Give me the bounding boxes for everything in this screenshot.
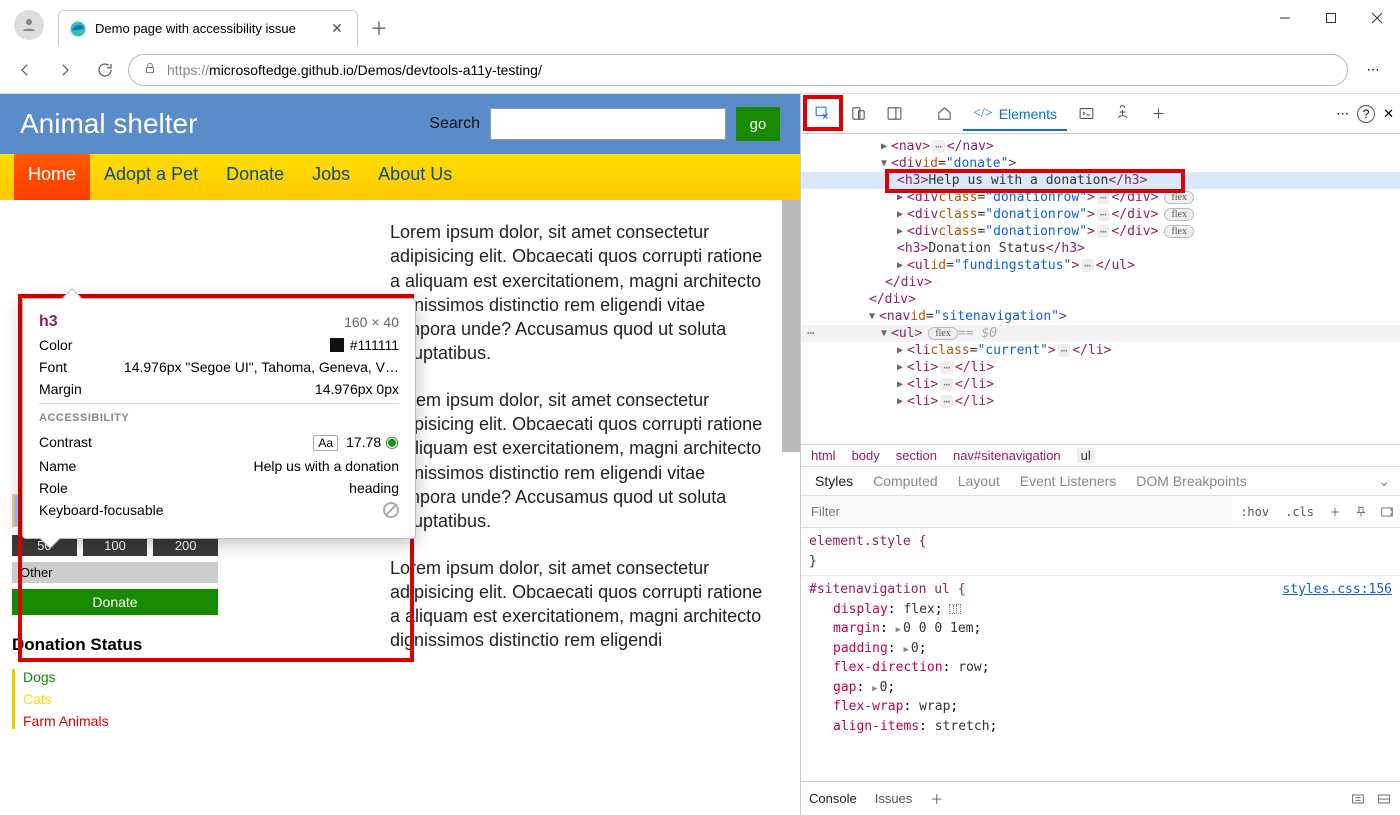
check-icon: ◉: [385, 434, 399, 451]
status-farm[interactable]: Farm Animals: [23, 713, 218, 729]
tab-close-icon[interactable]: ✕: [327, 19, 347, 39]
devtools-panel: </>Elements ⋯ ? ✕ ▶<nav>⋯</nav> ▼<div id…: [800, 94, 1400, 815]
edge-favicon-icon: [69, 20, 87, 38]
site-title: Animal shelter: [20, 108, 429, 140]
console-tab-icon[interactable]: [1069, 99, 1103, 129]
nav-adopt[interactable]: Adopt a Pet: [90, 154, 212, 200]
nav-donate[interactable]: Donate: [212, 154, 298, 200]
drawer-console-tab[interactable]: Console: [809, 791, 857, 806]
styles-filter-input[interactable]: [801, 496, 1232, 527]
profile-avatar[interactable]: [14, 10, 44, 40]
inspect-tooltip: h3160 × 40 Color#111111 Font14.976px "Se…: [22, 298, 416, 539]
window-maximize-button[interactable]: [1308, 0, 1354, 36]
tab-dom-breakpoints[interactable]: DOM Breakpoints: [1136, 473, 1246, 489]
tab-layout[interactable]: Layout: [958, 473, 1000, 489]
not-focusable-icon: [383, 502, 399, 518]
lock-icon: [143, 61, 157, 78]
search-go-button[interactable]: go: [736, 107, 780, 141]
expand-icon[interactable]: [1350, 791, 1366, 807]
new-tab-button[interactable]: ＋: [364, 10, 394, 46]
breadcrumb-trail[interactable]: htmlbodysectionnav#sitenavigationul: [801, 444, 1400, 467]
new-rule-button[interactable]: [1322, 505, 1348, 519]
tab-elements[interactable]: </>Elements: [963, 98, 1067, 130]
address-bar[interactable]: https://microsoftedge.github.io/Demos/de…: [128, 54, 1348, 86]
nav-jobs[interactable]: Jobs: [298, 154, 364, 200]
top-nav: Home Adopt a Pet Donate Jobs About Us: [0, 154, 800, 200]
paragraph: Lorem ipsum dolor, sit amet consectetur …: [390, 220, 770, 366]
tooltip-tag: h3: [39, 313, 58, 331]
tooltip-dims: 160 × 40: [344, 314, 399, 330]
site-header: Animal shelter Search go: [0, 94, 800, 154]
sources-tab-icon[interactable]: [1105, 99, 1139, 129]
tab-title: Demo page with accessibility issue: [95, 21, 319, 36]
nav-home[interactable]: Home: [14, 154, 90, 200]
devtools-close-button[interactable]: ✕: [1383, 106, 1394, 122]
source-link[interactable]: styles.css:156: [1282, 580, 1392, 600]
search-input[interactable]: [490, 108, 726, 140]
paragraph: Lorem ipsum dolor, sit amet consectetur …: [390, 556, 770, 653]
tab-event-listeners[interactable]: Event Listeners: [1020, 473, 1117, 489]
donate-button[interactable]: Donate: [12, 589, 218, 615]
forward-button[interactable]: [48, 53, 82, 87]
more-tabs-button[interactable]: [1141, 99, 1175, 129]
status-dogs[interactable]: Dogs: [23, 669, 218, 685]
drawer-add-tab[interactable]: ＋: [930, 789, 943, 808]
dom-tree[interactable]: ▶<nav>⋯</nav> ▼<div id="donate"> <h3>Hel…: [801, 134, 1400, 444]
styles-rules[interactable]: element.style { } styles.css:156#sitenav…: [801, 528, 1400, 781]
browser-menu-button[interactable]: ⋯: [1354, 62, 1392, 78]
page-scrollbar[interactable]: [782, 200, 800, 452]
paragraph: Lorem ipsum dolor, sit amet consectetur …: [390, 388, 770, 534]
browser-tab[interactable]: Demo page with accessibility issue ✕: [58, 10, 358, 46]
styles-tabbar: Styles Computed Layout Event Listeners D…: [801, 467, 1400, 496]
collapse-drawer-icon[interactable]: [1376, 791, 1392, 807]
device-classes-icon[interactable]: [1374, 505, 1400, 519]
search-label: Search: [429, 115, 480, 133]
tab-computed[interactable]: Computed: [873, 473, 938, 489]
nav-about[interactable]: About Us: [364, 154, 466, 200]
inspect-element-button[interactable]: [805, 99, 839, 129]
devtools-help-button[interactable]: ?: [1357, 105, 1375, 123]
pin-icon[interactable]: [1348, 505, 1374, 519]
color-swatch-icon: [330, 338, 344, 352]
donate-amount-other[interactable]: Other: [12, 562, 218, 583]
url-text: https://microsoftedge.github.io/Demos/de…: [167, 62, 542, 78]
device-toolbar-button[interactable]: [841, 99, 875, 129]
back-button[interactable]: [8, 53, 42, 87]
chevron-down-icon[interactable]: ⌄: [1378, 473, 1390, 490]
status-cats[interactable]: Cats: [23, 691, 218, 707]
dock-side-button[interactable]: [877, 99, 911, 129]
cls-toggle[interactable]: .cls: [1277, 505, 1322, 519]
welcome-tab-icon[interactable]: [927, 99, 961, 129]
drawer-issues-tab[interactable]: Issues: [875, 791, 913, 806]
window-close-button[interactable]: [1354, 0, 1400, 36]
window-minimize-button[interactable]: [1262, 0, 1308, 36]
donation-status-heading: Donation Status: [12, 635, 218, 655]
devtools-more-button[interactable]: ⋯: [1336, 106, 1349, 122]
reload-button[interactable]: [88, 53, 122, 87]
tab-styles[interactable]: Styles: [815, 473, 853, 489]
hov-toggle[interactable]: :hov: [1232, 505, 1277, 519]
flex-grid-icon[interactable]: [949, 604, 961, 614]
